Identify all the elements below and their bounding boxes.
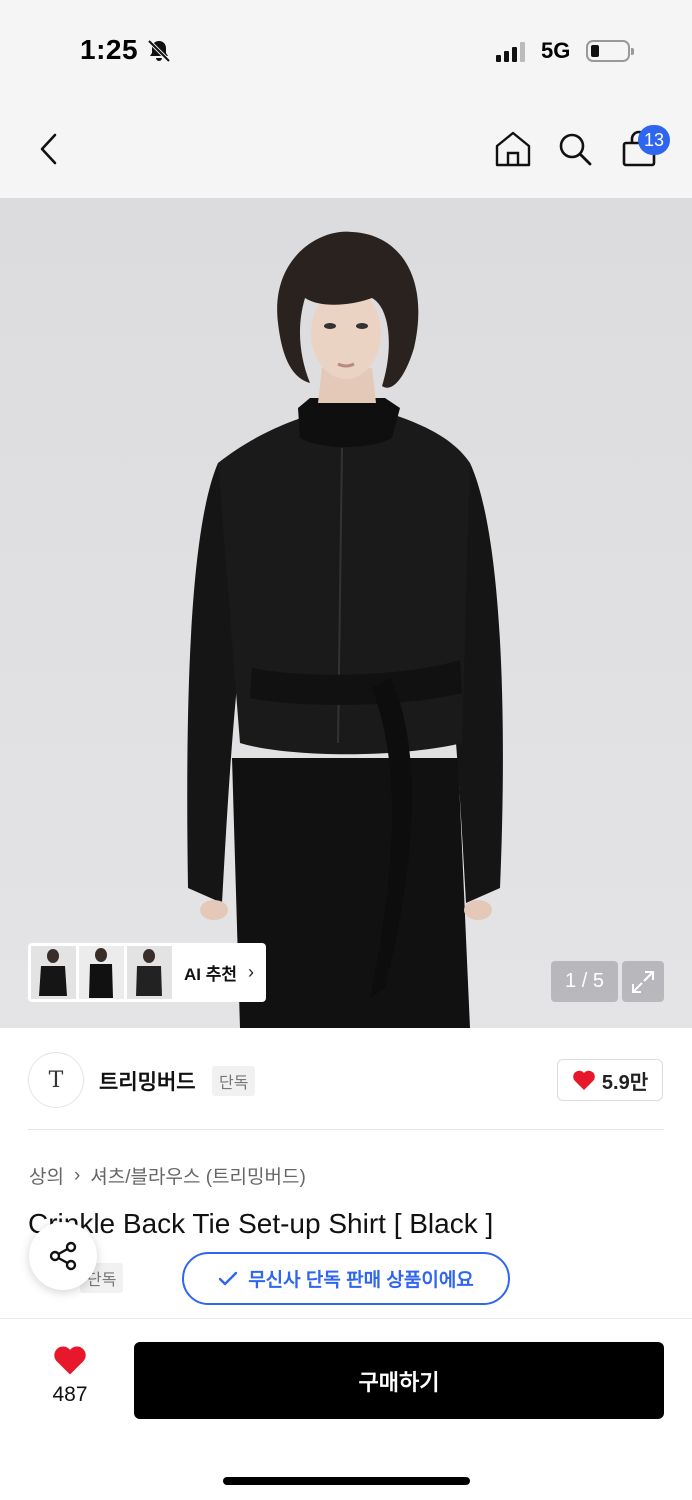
- check-icon: [218, 1271, 238, 1285]
- brand-like-count: 5.9만: [601, 1071, 649, 1094]
- exclusive-notice-text: 무신사 단독 판매 상품이에요: [248, 1270, 474, 1291]
- search-button[interactable]: [552, 126, 598, 172]
- breadcrumb: 상의 › 셔츠/블라우스 (트리밍버드): [29, 1162, 306, 1189]
- back-chevron-icon: [40, 133, 57, 165]
- battery-icon: [586, 40, 634, 62]
- product-photo: [187, 231, 503, 1028]
- top-nav-bar: [0, 100, 692, 198]
- ai-recommend-label: AI 추천: [184, 965, 238, 984]
- share-icon: [49, 1241, 77, 1271]
- expand-image-button[interactable]: [622, 961, 664, 1002]
- expand-icon: [632, 970, 654, 993]
- divider: [28, 1129, 664, 1130]
- bell-off-icon: [147, 39, 171, 63]
- search-icon: [559, 133, 592, 166]
- exclusive-tag: 단독: [212, 1066, 256, 1096]
- network-type: 5G: [541, 38, 571, 63]
- product-title: Crinkle Back Tie Set-up Shirt [ Black ]: [28, 1208, 494, 1239]
- product-image-gallery[interactable]: AI 추천 › 1 / 5: [0, 198, 692, 1028]
- back-button[interactable]: [26, 126, 72, 172]
- heart-icon: [573, 1070, 595, 1090]
- brand-row[interactable]: T 트리밍버드 단독 5.9만: [28, 1052, 664, 1110]
- heart-icon: [54, 1346, 86, 1375]
- ai-recommend-button[interactable]: AI 추천 ›: [28, 943, 266, 1002]
- brand-logo[interactable]: T: [28, 1052, 84, 1108]
- signal-icon: [496, 42, 525, 62]
- chevron-right-icon: ›: [248, 962, 255, 982]
- bottom-action-bar: 487 구매하기: [0, 1318, 692, 1500]
- brand-name[interactable]: 트리밍버드: [99, 1066, 196, 1096]
- cart-count-badge: 13: [638, 125, 671, 155]
- buy-button[interactable]: 구매하기: [134, 1342, 664, 1419]
- breadcrumb-item[interactable]: 셔츠/블라우스 (트리밍버드): [90, 1162, 306, 1189]
- chevron-right-icon: ›: [73, 1164, 81, 1186]
- recommend-thumbnail[interactable]: [31, 946, 76, 999]
- wishlist-button[interactable]: 487: [40, 1344, 100, 1407]
- recommend-thumbnail[interactable]: [127, 946, 172, 999]
- home-icon: [495, 131, 531, 167]
- wishlist-count: 487: [52, 1383, 88, 1406]
- breadcrumb-item[interactable]: 상의: [29, 1162, 64, 1189]
- share-button[interactable]: [29, 1222, 97, 1290]
- status-time: 1:25: [80, 34, 139, 65]
- home-button[interactable]: [490, 126, 536, 172]
- exclusive-notice-pill[interactable]: 무신사 단독 판매 상품이에요: [182, 1252, 510, 1305]
- home-indicator: [223, 1477, 470, 1485]
- brand-like-button[interactable]: 5.9만: [557, 1059, 663, 1101]
- image-page-indicator: 1 / 5: [551, 961, 618, 1002]
- recommend-thumbnail[interactable]: [79, 946, 124, 999]
- status-bar: 1:25 5G: [0, 0, 692, 100]
